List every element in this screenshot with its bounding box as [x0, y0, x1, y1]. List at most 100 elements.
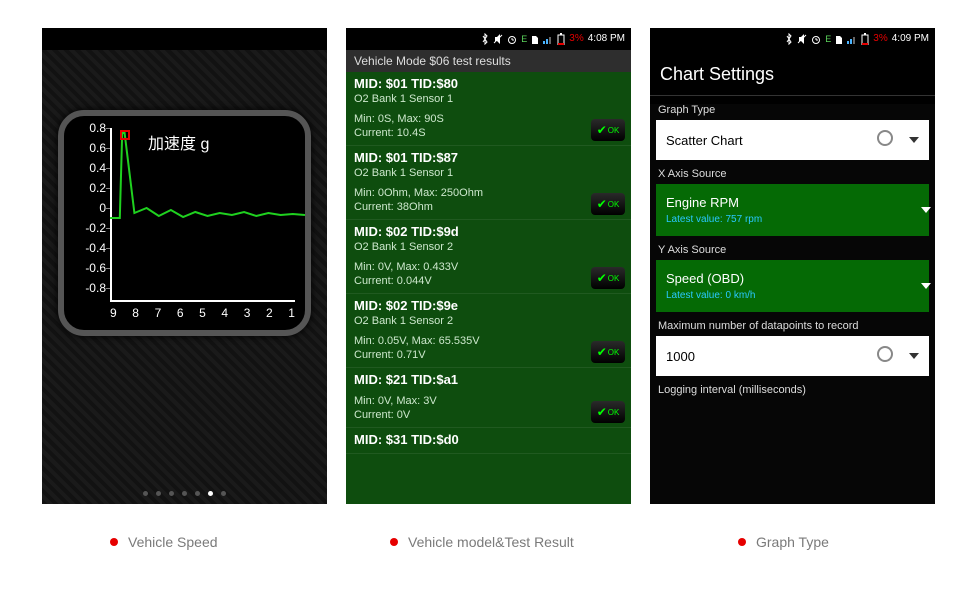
x-tick: 1	[288, 306, 295, 320]
test-result-row[interactable]: MID: $01 TID:$80 O2 Bank 1 Sensor 1 Min: 0…	[346, 72, 631, 146]
row-minmax: Min: 0Ohm, Max: 250Ohm	[354, 187, 623, 199]
x-tick: 8	[132, 306, 139, 320]
radio-icon	[877, 130, 893, 146]
bullet-icon	[110, 538, 118, 546]
graph-type-select[interactable]: Scatter Chart	[656, 120, 929, 160]
chevron-down-icon	[909, 137, 919, 143]
mute-icon	[493, 34, 503, 44]
battery-percent: 3%	[873, 28, 887, 50]
sim-icon	[531, 34, 539, 44]
x-tick: 3	[244, 306, 251, 320]
battery-icon	[861, 33, 869, 45]
x-axis-select[interactable]: Engine RPM Latest value: 757 rpm	[656, 184, 929, 236]
x-ticks: 987654321	[110, 306, 295, 320]
status-bar: E 3% 4:09 PM	[650, 28, 935, 50]
label-logging-interval: Logging interval (milliseconds)	[658, 384, 927, 396]
ok-badge: OK	[591, 401, 625, 423]
chart-marker	[120, 130, 130, 140]
row-mid: MID: $01 TID:$87	[354, 150, 623, 165]
y-tick: 0	[78, 201, 106, 215]
alarm-icon	[507, 34, 517, 44]
ok-badge: OK	[591, 119, 625, 141]
test-result-row[interactable]: MID: $02 TID:$9d O2 Bank 1 Sensor 2 Min: 0…	[346, 220, 631, 294]
battery-saver-icon: E	[521, 28, 527, 50]
y-tick: -0.8	[78, 281, 106, 295]
y-tick: 0.6	[78, 141, 106, 155]
chevron-down-icon	[909, 353, 919, 359]
test-result-row[interactable]: MID: $01 TID:$87 O2 Bank 1 Sensor 1 Min: 0…	[346, 146, 631, 220]
y-tick: 0.8	[78, 121, 106, 135]
row-mid: MID: $02 TID:$9d	[354, 224, 623, 239]
row-current: Current: 10.4S	[354, 127, 623, 139]
x-axis-latest: Latest value: 757 rpm	[666, 214, 762, 225]
y-axis-value: Speed (OBD)	[666, 271, 744, 286]
ok-badge: OK	[591, 267, 625, 289]
x-tick: 9	[110, 306, 117, 320]
row-sensor: O2 Bank 1 Sensor 1	[354, 93, 623, 105]
clock: 4:08 PM	[588, 28, 625, 50]
y-tick: -0.6	[78, 261, 106, 275]
row-mid: MID: $02 TID:$9e	[354, 298, 623, 313]
row-minmax: Min: 0V, Max: 0.433V	[354, 261, 623, 273]
status-bar	[42, 28, 327, 50]
x-tick: 4	[221, 306, 228, 320]
row-mid: MID: $21 TID:$a1	[354, 372, 623, 387]
ok-badge: OK	[591, 193, 625, 215]
label-graph-type: Graph Type	[658, 104, 927, 116]
row-sensor: O2 Bank 1 Sensor 2	[354, 241, 623, 253]
bluetooth-icon	[481, 33, 489, 45]
dialog-title: Chart Settings	[650, 50, 935, 96]
row-sensor: O2 Bank 1 Sensor 1	[354, 167, 623, 179]
row-minmax: Min: 0V, Max: 3V	[354, 395, 623, 407]
caption-3: Graph Type	[738, 534, 829, 550]
phone-vehicle-speed: 加速度 g 0.80.60.40.20-0.2-0.4-0.6-0.8 9876…	[42, 28, 327, 504]
graph-type-value: Scatter Chart	[666, 133, 743, 148]
row-sensor: O2 Bank 1 Sensor 2	[354, 315, 623, 327]
ok-badge: OK	[591, 341, 625, 363]
bullet-icon	[390, 538, 398, 546]
row-minmax: Min: 0S, Max: 90S	[354, 113, 623, 125]
status-bar: E 3% 4:08 PM	[346, 28, 631, 50]
test-result-row[interactable]: MID: $02 TID:$9e O2 Bank 1 Sensor 2 Min: 0…	[346, 294, 631, 368]
row-current: Current: 0V	[354, 409, 623, 421]
sim-icon	[835, 34, 843, 44]
bullet-icon	[738, 538, 746, 546]
phone-chart-settings: E 3% 4:09 PM Chart Settings Graph Type S…	[650, 28, 935, 504]
chevron-down-icon	[921, 283, 931, 289]
mute-icon	[797, 34, 807, 44]
test-result-row[interactable]: MID: $31 TID:$d0	[346, 428, 631, 454]
caption-1: Vehicle Speed	[110, 534, 218, 550]
y-tick: 0.4	[78, 161, 106, 175]
x-tick: 6	[177, 306, 184, 320]
y-tick: -0.2	[78, 221, 106, 235]
row-current: Current: 38Ohm	[354, 201, 623, 213]
accel-chart: 加速度 g 0.80.60.40.20-0.2-0.4-0.6-0.8 9876…	[58, 110, 311, 336]
y-axis-select[interactable]: Speed (OBD) Latest value: 0 km/h	[656, 260, 929, 312]
max-points-select[interactable]: 1000	[656, 336, 929, 376]
x-axis-value: Engine RPM	[666, 195, 739, 210]
y-tick: -0.4	[78, 241, 106, 255]
row-mid: MID: $01 TID:$80	[354, 76, 623, 91]
row-current: Current: 0.71V	[354, 349, 623, 361]
label-max-points: Maximum number of datapoints to record	[658, 320, 927, 332]
clock: 4:09 PM	[892, 28, 929, 50]
line-plot	[110, 128, 305, 308]
row-minmax: Min: 0.05V, Max: 65.535V	[354, 335, 623, 347]
bluetooth-icon	[785, 33, 793, 45]
chevron-down-icon	[921, 207, 931, 213]
test-result-row[interactable]: MID: $21 TID:$a1 Min: 0V, Max: 3V Current:…	[346, 368, 631, 428]
label-x-axis: X Axis Source	[658, 168, 927, 180]
y-tick: 0.2	[78, 181, 106, 195]
alarm-icon	[811, 34, 821, 44]
x-tick: 2	[266, 306, 273, 320]
page-indicator	[42, 491, 327, 496]
radio-icon	[877, 346, 893, 362]
signal-icon	[543, 34, 553, 44]
screen-header: Vehicle Mode $06 test results	[346, 50, 631, 72]
max-points-value: 1000	[666, 349, 695, 364]
caption-2: Vehicle model&Test Result	[390, 534, 574, 550]
battery-saver-icon: E	[825, 28, 831, 50]
row-mid: MID: $31 TID:$d0	[354, 432, 623, 447]
row-current: Current: 0.044V	[354, 275, 623, 287]
x-tick: 5	[199, 306, 206, 320]
